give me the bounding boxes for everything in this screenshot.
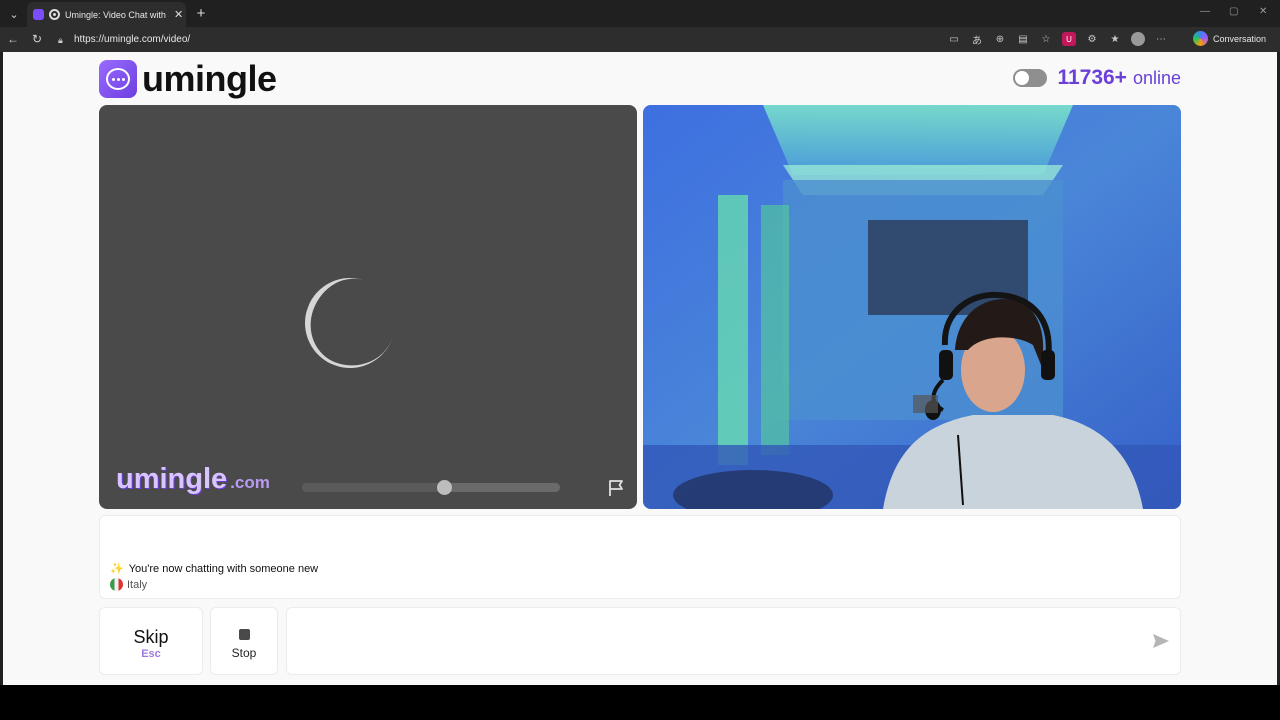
stranger-video: umingle .com — [99, 105, 637, 509]
system-message: ✨ You're now chatting with someone new — [110, 562, 319, 576]
message-box — [286, 607, 1181, 675]
browser-toolbar: ← ↻ 🔒︎ https://umingle.com/video/ ▭ あ ⊕ … — [0, 27, 1280, 52]
online-label: online — [1132, 67, 1181, 88]
copilot-icon — [1192, 31, 1208, 46]
system-message-text: You're now chatting with someone new — [128, 562, 319, 575]
country-name: Italy — [127, 578, 148, 591]
chat-log: ✨ You're now chatting with someone new I… — [99, 515, 1181, 599]
stop-button[interactable]: Stop — [210, 607, 278, 675]
skip-label: Skip — [133, 627, 169, 647]
favorites-icon[interactable]: ★ — [1108, 32, 1122, 46]
tab-favicon-icon — [49, 9, 60, 20]
volume-slider[interactable] — [302, 480, 560, 495]
stop-label: Stop — [231, 646, 257, 660]
refresh-icon[interactable]: ↻ — [29, 31, 45, 47]
site-info-icon[interactable]: 🔒︎ — [58, 35, 68, 45]
extension-shield-icon[interactable]: U — [1062, 32, 1076, 46]
volume-slider-fill — [302, 483, 444, 492]
watermark-text: umingle — [116, 463, 228, 495]
reader-icon[interactable]: ▤ — [1016, 32, 1030, 46]
online-indicator: 11736+ online — [1013, 66, 1181, 90]
tab-close-icon[interactable]: ✕ — [174, 8, 183, 21]
theme-toggle[interactable] — [1013, 69, 1048, 87]
volume-slider-thumb[interactable] — [436, 480, 452, 495]
browser-tabbar: ⌄ Umingle: Video Chat with Strangers ✕ +… — [0, 0, 1280, 27]
tab-title: Umingle: Video Chat with Strangers — [65, 9, 169, 20]
extensions-icon[interactable]: ⚙ — [1085, 32, 1099, 46]
self-camera-video — [643, 105, 1181, 509]
url-text[interactable]: https://umingle.com/video/ — [74, 34, 190, 45]
message-input[interactable] — [297, 628, 1127, 654]
chat-bubble-icon — [99, 60, 137, 98]
minimize-icon[interactable]: — — [1200, 6, 1210, 17]
browser-tab-active[interactable]: Umingle: Video Chat with Strangers ✕ — [27, 2, 186, 27]
camera-icon[interactable]: ▭ — [947, 32, 961, 46]
restore-icon[interactable]: ▢ — [1229, 6, 1238, 17]
stranger-country: Italy — [110, 578, 147, 591]
sparkle-icon: ✨ — [110, 563, 124, 575]
taskbar-area — [0, 685, 1280, 720]
watermark-suffix: .com — [230, 473, 270, 492]
camera-feed-image — [643, 105, 1181, 509]
copilot-button[interactable]: Conversation — [1192, 31, 1266, 46]
page: umingle 11736+ online umingle .com ✨ You… — [3, 52, 1277, 685]
workspace-icon — [33, 9, 44, 20]
video-watermark: umingle .com — [116, 463, 270, 496]
copilot-label: Conversation — [1212, 33, 1266, 44]
send-icon[interactable] — [1152, 633, 1170, 649]
logo-text: umingle — [142, 58, 277, 99]
zoom-icon[interactable]: ⊕ — [993, 32, 1007, 46]
stop-icon — [238, 629, 250, 640]
translate-icon[interactable]: あ — [970, 32, 984, 47]
back-icon[interactable]: ← — [5, 31, 21, 47]
online-count: 11736+ — [1057, 66, 1127, 89]
skip-button[interactable]: Skip Esc — [99, 607, 203, 675]
italy-flag-icon — [110, 578, 123, 591]
more-menu-icon[interactable]: ⋯ — [1154, 32, 1168, 46]
tab-list-chevron-icon[interactable]: ⌄ — [4, 4, 24, 24]
new-tab-button[interactable]: + — [193, 4, 209, 22]
skip-shortcut: Esc — [141, 648, 161, 660]
loading-spinner-icon — [292, 265, 408, 381]
report-flag-icon[interactable] — [607, 478, 627, 498]
window-close-icon[interactable]: ✕ — [1259, 6, 1267, 17]
site-logo[interactable]: umingle — [99, 58, 277, 100]
profile-icon[interactable] — [1131, 32, 1145, 46]
favorite-star-icon[interactable]: ☆ — [1039, 32, 1053, 46]
